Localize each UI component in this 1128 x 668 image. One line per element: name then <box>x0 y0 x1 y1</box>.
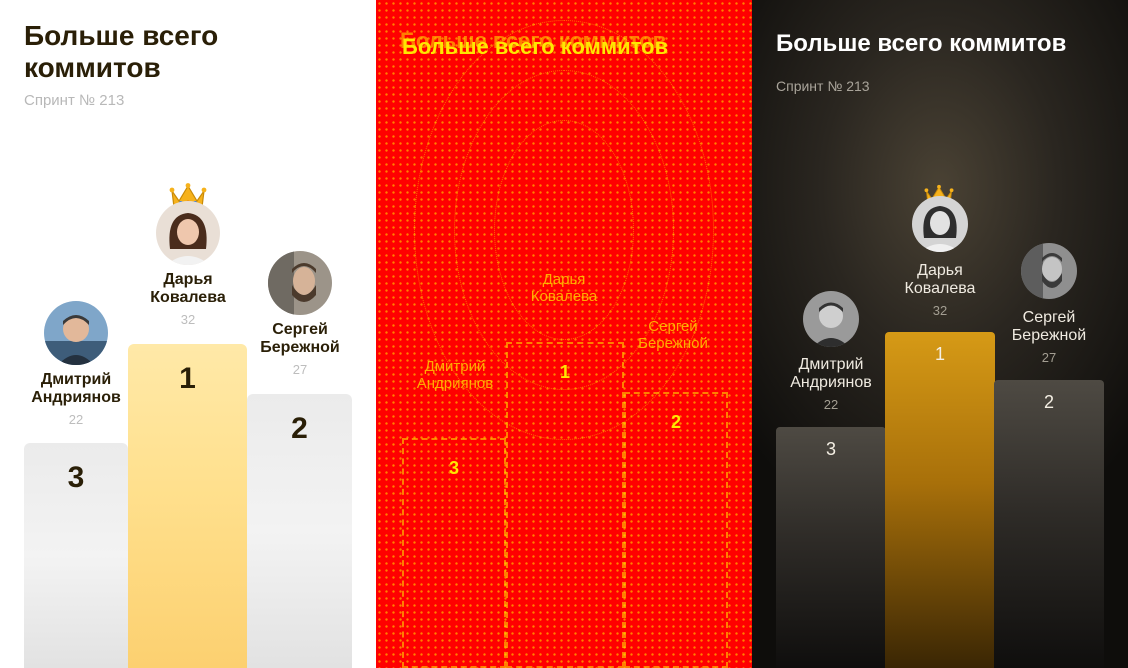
avatar[interactable] <box>912 196 968 252</box>
commit-count: 27 <box>1041 350 1057 365</box>
place-number: 1 <box>559 362 570 382</box>
podium-bar-third: 3 <box>24 443 128 668</box>
avatar[interactable] <box>803 291 859 347</box>
commit-count: 22 <box>823 397 839 412</box>
participant-name: Дарья Ковалева <box>530 271 598 306</box>
podium-bar-first: 1 <box>128 344 247 668</box>
avatar[interactable] <box>1021 243 1077 299</box>
dark-theme-panel: Больше всего коммитов Спринт № 213 Дмитр… <box>752 0 1128 668</box>
place-number: 2 <box>291 412 308 445</box>
participant-name: Сергей Бережной <box>1011 309 1087 345</box>
participant-name: Сергей Бережной <box>638 318 708 353</box>
diff-ring <box>494 120 634 340</box>
diff-overlay-panel: Больше всего коммитов Больше всего комми… <box>376 0 752 668</box>
participant-name: Дмитрий Андриянов <box>31 371 121 407</box>
podium-bar-second: 2 <box>624 392 728 668</box>
place-number: 1 <box>934 344 945 364</box>
participant-name: Дмитрий Андриянов <box>416 358 494 393</box>
place-number: 1 <box>179 362 196 395</box>
commit-count: 22 <box>68 412 84 427</box>
avatar[interactable] <box>44 301 108 365</box>
podium-bar-second: 2 <box>247 394 352 668</box>
participant-name: Дмитрий Андриянов <box>790 356 872 392</box>
place-number: 3 <box>825 439 836 459</box>
page-title: Больше всего коммитов <box>24 20 219 84</box>
podium-bar-first: 1 <box>885 332 995 668</box>
avatar[interactable] <box>268 251 332 315</box>
page-title: Больше всего коммитов <box>776 30 1067 57</box>
place-number: 3 <box>448 458 459 478</box>
place-number: 2 <box>1043 392 1054 412</box>
page-title: Больше всего коммитов <box>402 34 669 59</box>
podium-bar-first: 1 <box>506 342 624 668</box>
podium-bar-third: 3 <box>776 427 886 668</box>
sprint-subtitle: Спринт № 213 <box>776 78 870 94</box>
participant-name: Сергей Бережной <box>260 321 340 357</box>
avatar[interactable] <box>156 201 220 265</box>
participant-name: Дарья Ковалева <box>150 271 226 307</box>
light-theme-panel: Больше всего коммитов Спринт № 213 Дмитр… <box>0 0 376 668</box>
sprint-subtitle: Спринт № 213 <box>24 92 125 109</box>
podium-bar-third: 3 <box>402 438 506 668</box>
podium-bar-second: 2 <box>994 380 1104 668</box>
place-number: 3 <box>67 461 85 494</box>
participant-name: Дарья Ковалева <box>904 262 976 298</box>
commit-count: 27 <box>292 362 308 377</box>
commit-count: 32 <box>180 312 196 327</box>
place-number: 2 <box>670 412 681 432</box>
